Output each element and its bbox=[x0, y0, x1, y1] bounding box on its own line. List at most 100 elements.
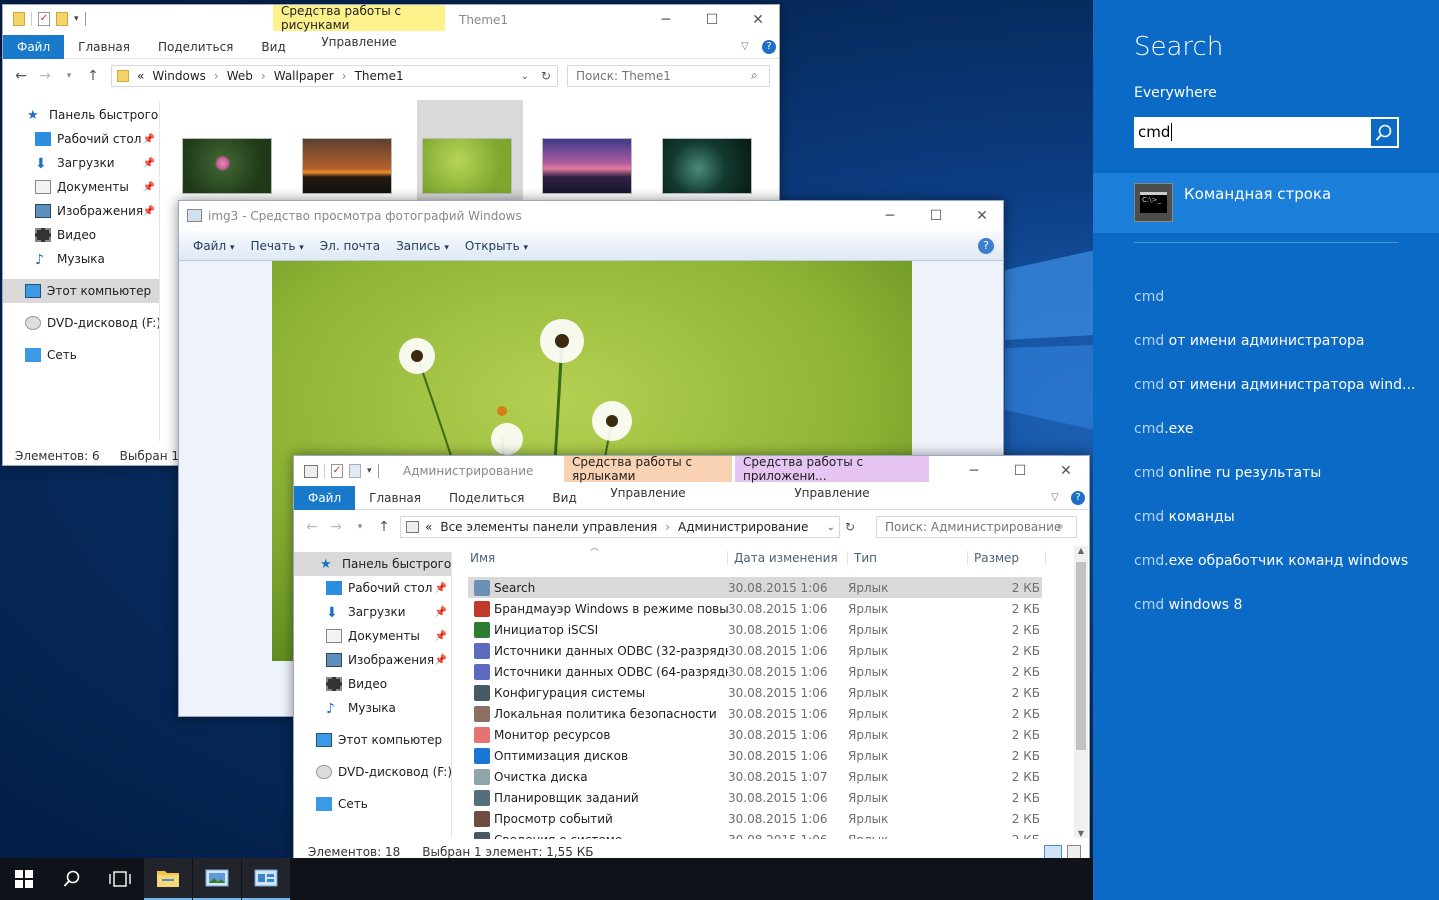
nav-pictures[interactable]: Изображения 📌 bbox=[3, 199, 159, 223]
nav-videos[interactable]: Видео bbox=[3, 223, 159, 247]
search-scope[interactable]: Everywhere bbox=[1134, 85, 1217, 101]
search-suggestion[interactable]: cmd bbox=[1134, 289, 1164, 305]
pin-icon[interactable]: 📌 bbox=[143, 158, 155, 169]
tab-home[interactable]: Главная bbox=[64, 35, 144, 59]
pin-icon[interactable]: 📌 bbox=[143, 182, 155, 193]
column-type[interactable]: Тип bbox=[848, 551, 968, 565]
breadcrumb-item[interactable]: Web bbox=[227, 69, 253, 83]
breadcrumb-item[interactable]: Все элементы панели управления bbox=[440, 520, 657, 534]
search-button[interactable] bbox=[48, 858, 96, 900]
nav-pictures[interactable]: Изображения 📌 bbox=[294, 648, 451, 672]
maximize-button[interactable]: ☐ bbox=[997, 456, 1043, 486]
task-view-button[interactable] bbox=[96, 858, 144, 900]
breadcrumb-item[interactable]: Wallpaper bbox=[274, 69, 334, 83]
tab-home[interactable]: Главная bbox=[355, 486, 435, 510]
control-panel-icon[interactable] bbox=[304, 464, 318, 478]
minimize-button[interactable]: ─ bbox=[643, 5, 689, 35]
nav-downloads[interactable]: ⬇ Загрузки 📌 bbox=[294, 600, 451, 624]
nav-downloads[interactable]: ⬇ Загрузки 📌 bbox=[3, 151, 159, 175]
expand-ribbon-icon[interactable]: ▽ bbox=[741, 41, 749, 52]
nav-music[interactable]: ♪ Музыка bbox=[3, 247, 159, 271]
breadcrumb-item[interactable]: Theme1 bbox=[355, 69, 404, 83]
chevron-down-icon[interactable]: ▾ bbox=[74, 14, 79, 24]
nav-dvd-drive[interactable]: DVD-дисковод (F:) J_ bbox=[3, 311, 159, 335]
vertical-scrollbar[interactable]: ▲ ▼ bbox=[1074, 546, 1088, 838]
new-folder-icon[interactable] bbox=[56, 12, 68, 26]
tab-view[interactable]: Вид bbox=[538, 486, 590, 510]
table-row[interactable]: Оптимизация дисков 30.08.2015 1:06 Ярлык 2 … bbox=[468, 745, 1042, 766]
nav-desktop[interactable]: Рабочий стол 📌 bbox=[294, 576, 451, 600]
breadcrumb-overflow[interactable]: « bbox=[137, 69, 144, 83]
help-icon[interactable]: ? bbox=[978, 238, 994, 254]
maximize-button[interactable]: ☐ bbox=[689, 5, 735, 35]
refresh-icon[interactable]: ↻ bbox=[845, 520, 855, 534]
search-suggestion[interactable]: cmd.exe обработчик команд windows bbox=[1134, 553, 1408, 569]
chevron-down-icon[interactable]: ▾ bbox=[367, 466, 372, 476]
thumbnail-img5[interactable] bbox=[662, 138, 752, 194]
chevron-down-icon[interactable]: ⌄ bbox=[521, 71, 529, 82]
table-row[interactable]: Источники данных ODBC (64-разрядна... 30.… bbox=[468, 661, 1042, 682]
nav-network[interactable]: Сеть bbox=[3, 343, 159, 367]
properties-icon[interactable]: ✓ bbox=[38, 12, 50, 26]
scrollbar-thumb[interactable] bbox=[1076, 562, 1086, 750]
recent-chevron-icon[interactable]: ▾ bbox=[348, 522, 372, 532]
forward-arrow-icon[interactable]: → bbox=[33, 68, 57, 84]
up-arrow-icon[interactable]: ↑ bbox=[81, 68, 105, 84]
nav-music[interactable]: ♪ Музыка bbox=[294, 696, 451, 720]
thumbnail-img1[interactable] bbox=[182, 138, 272, 194]
menu-burn[interactable]: Запись ▾ bbox=[388, 239, 457, 253]
table-row[interactable]: Search 30.08.2015 1:06 Ярлык 2 КБ bbox=[468, 577, 1042, 598]
menu-print[interactable]: Печать ▾ bbox=[243, 239, 312, 253]
photo-viewer-button[interactable] bbox=[193, 858, 241, 900]
start-button[interactable] bbox=[0, 858, 48, 900]
pin-icon[interactable]: 📌 bbox=[435, 583, 447, 594]
address-bar[interactable]: « Все элементы панели управления › Админи… bbox=[400, 516, 840, 538]
close-button[interactable]: ✕ bbox=[1043, 456, 1089, 486]
nav-this-pc[interactable]: Этот компьютер bbox=[294, 728, 451, 752]
nav-quick-access[interactable]: ★ Панель быстрого до bbox=[294, 552, 451, 576]
thumbnail-img3[interactable] bbox=[422, 138, 512, 194]
nav-videos[interactable]: Видео bbox=[294, 672, 451, 696]
pin-icon[interactable]: 📌 bbox=[143, 134, 155, 145]
table-row[interactable]: Просмотр событий 30.08.2015 1:06 Ярлык 2 КБ bbox=[468, 808, 1042, 829]
tab-file[interactable]: Файл bbox=[294, 485, 356, 510]
breadcrumb-item[interactable]: Windows bbox=[152, 69, 206, 83]
search-suggestion[interactable]: cmd от имени администратора bbox=[1134, 333, 1365, 349]
column-date[interactable]: Дата изменения bbox=[728, 551, 848, 565]
nav-desktop[interactable]: Рабочий стол 📌 bbox=[3, 127, 159, 151]
table-row[interactable]: Локальная политика безопасности 30.08.201… bbox=[468, 703, 1042, 724]
table-row[interactable]: Сведения о системе 30.08.2015 1:06Ярлык2 … bbox=[468, 829, 1042, 839]
table-row[interactable]: Очистка диска 30.08.2015 1:07 Ярлык 2 КБ bbox=[468, 766, 1042, 787]
search-input[interactable]: Поиск: Администрирование bbox=[876, 516, 1077, 538]
new-folder-icon[interactable] bbox=[349, 464, 361, 478]
thumbnail-img4[interactable] bbox=[542, 138, 632, 194]
search-input[interactable]: Поиск: Theme1 bbox=[567, 65, 770, 87]
tab-share[interactable]: Поделиться bbox=[144, 35, 247, 59]
up-arrow-icon[interactable]: ↑ bbox=[372, 519, 396, 535]
close-button[interactable]: ✕ bbox=[735, 5, 779, 35]
scroll-down-icon[interactable]: ▼ bbox=[1074, 829, 1088, 838]
pin-icon[interactable]: 📌 bbox=[435, 655, 447, 666]
top-result[interactable]: C:\>_ Командная строка bbox=[1093, 173, 1439, 233]
nav-documents[interactable]: Документы 📌 bbox=[294, 624, 451, 648]
menu-file[interactable]: Файл ▾ bbox=[185, 239, 243, 253]
menu-email[interactable]: Эл. почта bbox=[312, 239, 388, 253]
nav-quick-access[interactable]: ★ Панель быстрого до bbox=[3, 103, 159, 127]
pin-icon[interactable]: 📌 bbox=[435, 607, 447, 618]
close-button[interactable]: ✕ bbox=[959, 201, 1003, 231]
table-row[interactable]: Планировщик заданий 30.08.2015 1:06 Ярлык 2… bbox=[468, 787, 1042, 808]
back-arrow-icon[interactable]: ← bbox=[9, 68, 33, 84]
table-row[interactable]: Источники данных ODBC (32-разрядна... 30.… bbox=[468, 640, 1042, 661]
help-icon[interactable]: ? bbox=[762, 39, 776, 54]
table-row[interactable]: Монитор ресурсов 30.08.2015 1:06 Ярлык 2 КБ bbox=[468, 724, 1042, 745]
control-panel-button[interactable] bbox=[242, 858, 290, 900]
search-suggestion[interactable]: cmd.exe bbox=[1134, 421, 1194, 437]
folder-icon[interactable] bbox=[13, 12, 25, 26]
table-row[interactable]: Брандмауэр Windows в режиме повы... 30.08… bbox=[468, 598, 1042, 619]
expand-ribbon-icon[interactable]: ▽ bbox=[1051, 492, 1059, 503]
maximize-button[interactable]: ☐ bbox=[913, 201, 959, 231]
pin-icon[interactable]: 📌 bbox=[143, 206, 155, 217]
column-size[interactable]: Размер bbox=[968, 551, 1046, 565]
large-icons-view-icon[interactable] bbox=[1067, 845, 1081, 859]
table-row[interactable]: Инициатор iSCSI 30.08.2015 1:06 Ярлык 2 КБ bbox=[468, 619, 1042, 640]
